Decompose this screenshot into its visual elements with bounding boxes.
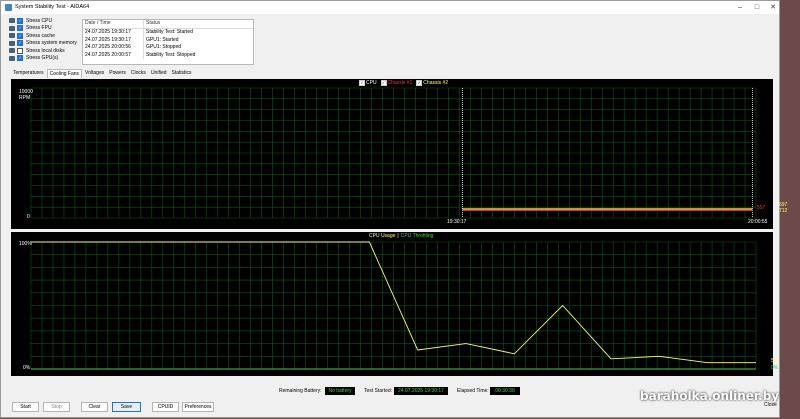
log-col-datetime[interactable]: Date / Time bbox=[83, 20, 144, 28]
clear-button[interactable]: Clear bbox=[81, 402, 108, 412]
test-started-label: Test Started: bbox=[364, 388, 393, 394]
legend-cpu[interactable]: ✓ CPU bbox=[359, 80, 377, 86]
cpuid-button[interactable]: CPUID bbox=[152, 402, 179, 412]
stress-disks-option[interactable]: Stress local disks bbox=[9, 47, 81, 55]
fan-speed-plot bbox=[30, 87, 757, 219]
minimize-button[interactable]: – bbox=[734, 3, 746, 12]
window-title: System Stability Test - AIDA64 bbox=[15, 4, 90, 10]
fan-x-end-label: 20:00:55 bbox=[748, 219, 768, 225]
app-icon bbox=[5, 4, 12, 11]
stress-memory-checkbox[interactable]: ✓ bbox=[17, 40, 23, 47]
log-header: Date / Time Status bbox=[83, 20, 253, 29]
stress-gpu-option[interactable]: ✓ Stress GPU(s) bbox=[9, 55, 81, 63]
fan-legend: ✓ CPU ✓ Chassis #1 ✓ Chassis #2 bbox=[359, 80, 448, 86]
cache-icon bbox=[9, 33, 15, 39]
stress-disks-checkbox[interactable] bbox=[17, 47, 23, 54]
stress-memory-option[interactable]: ✓ Stress system memory bbox=[9, 40, 81, 48]
fan-speed-graph: ✓ CPU ✓ Chassis #1 ✓ Chassis #2 10000 RPM 0… bbox=[11, 79, 787, 229]
cpu-usage-graph: CPU Usage | CPU Throttling 100% 0% 5% 0% bbox=[11, 232, 778, 376]
watermark: baraholka.onliner.by bbox=[640, 389, 780, 403]
legend-cpu-usage: CPU Usage bbox=[369, 233, 396, 239]
aida64-window: System Stability Test - AIDA64 – □ ✕ ✓ St… bbox=[0, 0, 787, 418]
stop-button[interactable]: Stop bbox=[43, 402, 70, 412]
cpu-usage-plot bbox=[30, 241, 757, 370]
fan-right-value-extra: 712 bbox=[779, 208, 788, 214]
cpu-icon bbox=[9, 18, 15, 24]
battery-value: No battery bbox=[325, 387, 355, 395]
elapsed-time-label: Elapsed Time: bbox=[457, 388, 489, 394]
status-log: Date / Time Status 24.07.2025 19:30:17 St… bbox=[82, 19, 254, 65]
fpu-icon bbox=[9, 25, 15, 31]
memory-icon bbox=[9, 40, 15, 46]
usage-right-value: 5% bbox=[771, 358, 779, 364]
test-started-value: 24.07.2025 19:30:17 bbox=[394, 387, 448, 395]
start-button[interactable]: Start bbox=[12, 402, 39, 412]
grid bbox=[30, 241, 757, 370]
stress-gpu-checkbox[interactable]: ✓ bbox=[17, 55, 23, 62]
tab-voltages[interactable]: Voltages bbox=[83, 69, 106, 78]
usage-y-bottom-label: 0% bbox=[23, 365, 31, 371]
legend-separator: | bbox=[397, 233, 399, 239]
tab-unified[interactable]: Unified bbox=[149, 69, 169, 78]
elapsed-time-value: 00:30:38 bbox=[490, 387, 520, 395]
stress-cache-checkbox[interactable]: ✓ bbox=[17, 32, 23, 39]
fan-right-value-chassis-1: 597 bbox=[757, 205, 766, 211]
title-bar: System Stability Test - AIDA64 – □ ✕ bbox=[1, 1, 779, 14]
save-button[interactable]: Save bbox=[112, 402, 141, 412]
usage-legend: CPU Usage | CPU Throttling bbox=[369, 233, 433, 239]
stress-fpu-checkbox[interactable]: ✓ bbox=[17, 25, 23, 32]
tab-cooling-fans[interactable]: Cooling Fans bbox=[46, 69, 83, 78]
log-row[interactable]: 24.07.2025 20:00:56 GPU1: Stopped bbox=[83, 44, 253, 52]
fan-x-start-label: 19:30:17 bbox=[447, 219, 467, 225]
tab-clocks[interactable]: Clocks bbox=[129, 69, 148, 78]
usage-y-top-label: 100% bbox=[19, 241, 32, 247]
log-col-status[interactable]: Status bbox=[144, 20, 160, 28]
stress-cache-option[interactable]: ✓ Stress cache bbox=[9, 32, 81, 40]
fan-y-bottom-label: 0 bbox=[27, 214, 30, 220]
battery-label: Remaining Battery: bbox=[279, 388, 322, 394]
throttling-right-value: 0% bbox=[771, 365, 779, 371]
tab-bar: Temperatures Cooling Fans Voltages Power… bbox=[11, 69, 195, 78]
gpu-icon bbox=[9, 55, 15, 61]
log-row[interactable]: 24.07.2025 19:30:17 GPU1: Started bbox=[83, 36, 253, 44]
legend-chassis-2[interactable]: ✓ Chassis #2 bbox=[416, 80, 448, 86]
stress-fpu-option[interactable]: ✓ Stress FPU bbox=[9, 25, 81, 33]
legend-cpu-throttling: CPU Throttling bbox=[400, 233, 434, 239]
stress-cpu-checkbox[interactable]: ✓ bbox=[17, 17, 23, 24]
legend-chassis-1[interactable]: ✓ Chassis #1 bbox=[380, 80, 412, 86]
log-row[interactable]: 24.07.2025 19:30:17 Stability Test: Start… bbox=[83, 29, 253, 37]
tab-temperatures[interactable]: Temperatures bbox=[11, 69, 46, 78]
fan-y-unit-label: RPM bbox=[19, 95, 31, 101]
tab-powers[interactable]: Powers bbox=[107, 69, 128, 78]
disk-icon bbox=[9, 48, 15, 54]
close-window-button[interactable]: ✕ bbox=[767, 3, 779, 12]
stress-options: ✓ Stress CPU ✓ Stress FPU ✓ Stress cache ✓ S… bbox=[9, 17, 81, 62]
maximize-button[interactable]: □ bbox=[751, 3, 763, 12]
tab-statistics[interactable]: Statistics bbox=[170, 69, 194, 78]
stress-cpu-option[interactable]: ✓ Stress CPU bbox=[9, 17, 81, 25]
grid bbox=[30, 87, 757, 219]
preferences-button[interactable]: Preferences bbox=[182, 402, 214, 412]
log-row[interactable]: 24.07.2025 20:00:57 Stability Test: Stopp… bbox=[83, 51, 253, 59]
